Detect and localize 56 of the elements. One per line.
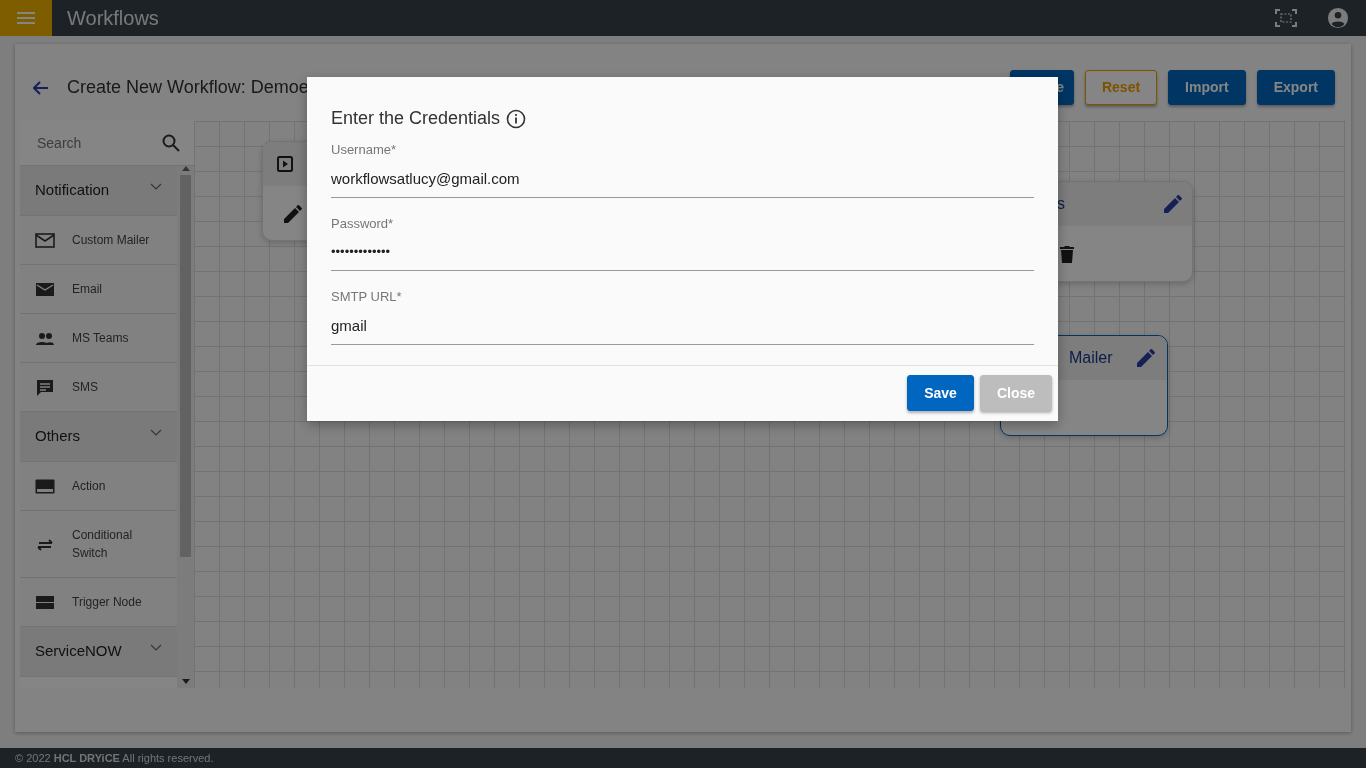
pencil-icon[interactable]: [284, 205, 302, 223]
scrollbar-thumb[interactable]: [180, 175, 191, 557]
sidebar-group[interactable]: Notification: [20, 166, 177, 216]
page-title: Create New Workflow: Demoe: [67, 76, 309, 99]
group-label: Others: [35, 426, 80, 447]
dialog-button[interactable]: Save: [907, 375, 974, 411]
chevron-down-icon[interactable]: [150, 644, 162, 651]
search-icon[interactable]: [162, 134, 180, 152]
input-field[interactable]: •••••••••••••: [331, 233, 1034, 271]
trash-icon[interactable]: [1060, 245, 1074, 263]
item-label: Action: [72, 478, 107, 495]
input-field[interactable]: gmail: [331, 306, 1034, 345]
sidebar-item[interactable]: Custom Mailer: [20, 216, 177, 265]
mail-icon: [35, 230, 55, 250]
scrollbar[interactable]: [177, 166, 194, 688]
search-field[interactable]: Search: [35, 131, 145, 155]
node-title: s: [1056, 194, 1065, 214]
item-label: SMS: [72, 379, 99, 396]
footer-text: © 2022 HCL DRYiCE All rights reserved.: [0, 748, 1366, 768]
menu-icon: [17, 12, 35, 24]
sidebar-item[interactable]: Conditional Switch: [20, 511, 177, 578]
field-label: Password*: [331, 214, 395, 233]
group-label: ServiceNOW: [35, 641, 122, 662]
toolbar-button[interactable]: Import: [1168, 70, 1246, 105]
pencil-icon[interactable]: [1137, 349, 1155, 367]
scroll-down-icon[interactable]: [181, 679, 190, 684]
dialog-title: Enter the Credentials: [331, 107, 501, 130]
chat-icon: [35, 377, 55, 397]
info-icon[interactable]: [506, 108, 527, 129]
item-label: Trigger Node: [72, 594, 143, 611]
sidebar-item[interactable]: Action: [20, 462, 177, 511]
field-label: Username*: [331, 141, 398, 159]
sidebar-item[interactable]: Email: [20, 265, 177, 314]
back-arrow-icon[interactable]: [33, 80, 49, 95]
item-label: Custom Mailer: [72, 232, 151, 249]
group-label: Notification: [35, 180, 110, 201]
scroll-up-icon[interactable]: [181, 166, 190, 171]
chevron-down-icon[interactable]: [150, 429, 162, 436]
play-icon: [277, 156, 293, 172]
item-label: Conditional Switch: [72, 527, 134, 562]
sidebar-group[interactable]: Others: [20, 412, 177, 462]
pencil-icon[interactable]: [1164, 195, 1182, 213]
item-label: MS Teams: [72, 330, 130, 347]
field-label: SMTP URL*: [331, 288, 403, 306]
sidebar-group[interactable]: ServiceNOW: [20, 627, 177, 677]
app-title: Workflows: [67, 6, 159, 31]
toolbar-button[interactable]: Export: [1256, 70, 1335, 105]
sidebar-item[interactable]: Trigger Node: [20, 578, 177, 627]
sidebar-item[interactable]: SMS: [20, 363, 177, 412]
chevron-down-icon[interactable]: [150, 183, 162, 190]
sidebar-item[interactable]: MS Teams: [20, 314, 177, 363]
node-title: Mailer: [1068, 348, 1113, 368]
item-label: Email: [72, 281, 103, 298]
account-icon[interactable]: [1327, 7, 1349, 29]
fullscreen-icon[interactable]: [1275, 9, 1297, 27]
input-field[interactable]: workflowsatlucy@gmail.com: [331, 159, 1034, 198]
